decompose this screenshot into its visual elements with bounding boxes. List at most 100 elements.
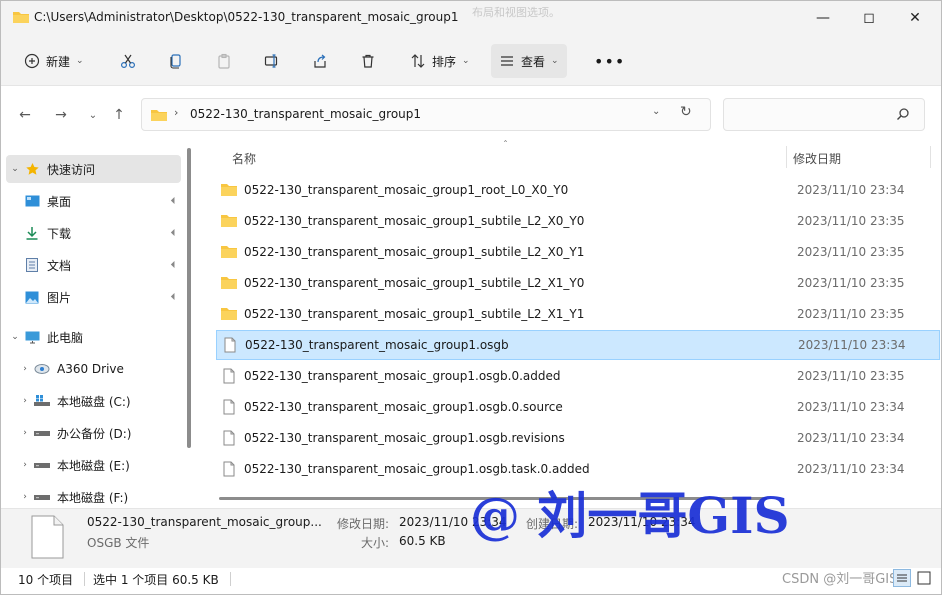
breadcrumb-separator-icon: › — [174, 106, 179, 119]
folder-icon — [151, 110, 167, 121]
details-size-value: 60.5 KB — [399, 534, 446, 548]
chevron-right-icon[interactable]: › — [16, 428, 34, 438]
file-row[interactable]: 0522-130_transparent_mosaic_group1_subti… — [216, 268, 940, 298]
computer-icon — [24, 330, 40, 344]
sidebar-item-a360-drive[interactable]: › A360 Drive — [16, 355, 181, 383]
file-row[interactable]: 0522-130_transparent_mosaic_group1.osgb.… — [216, 361, 940, 391]
copy-icon — [170, 54, 181, 69]
drive-icon — [34, 426, 50, 440]
large-icons-view-toggle[interactable] — [915, 569, 933, 587]
chevron-right-icon[interactable]: › — [16, 396, 34, 406]
paste-button[interactable] — [208, 44, 240, 78]
details-view-icon — [897, 574, 907, 582]
cut-button[interactable] — [112, 44, 144, 78]
file-row-selected[interactable]: 0522-130_transparent_mosaic_group1.osgb … — [216, 330, 940, 360]
chevron-right-icon[interactable]: › — [16, 460, 34, 470]
sidebar-item-pictures[interactable]: 图片 ⏴ — [24, 283, 181, 311]
recent-locations-button[interactable]: ⌄ — [82, 104, 104, 126]
sidebar-item-label: 文档 — [47, 258, 72, 273]
chevron-down-icon[interactable]: ⌄ — [6, 164, 24, 174]
search-input[interactable] — [723, 98, 925, 131]
sort-label: 排序 — [432, 54, 457, 69]
sidebar-item-label: 本地磁盘 (C:) — [57, 394, 131, 409]
status-selection: 选中 1 个项目 60.5 KB — [93, 573, 219, 587]
details-modified-label: 修改日期: — [337, 517, 390, 531]
maximize-button[interactable]: ◻ — [846, 0, 892, 36]
column-divider[interactable] — [930, 146, 931, 168]
arrow-left-icon: ← — [19, 107, 31, 123]
minimize-button[interactable]: — — [800, 0, 846, 36]
address-bar[interactable]: › 0522-130_transparent_mosaic_group1 ⌄ ↻ — [141, 98, 711, 131]
sort-button[interactable]: 排序 ⌄ — [402, 44, 478, 78]
pin-icon: ⏴ — [170, 227, 176, 239]
close-button[interactable]: ✕ — [892, 0, 938, 36]
sidebar-item-label: 桌面 — [47, 194, 72, 209]
sidebar-item-drive-e[interactable]: › 本地磁盘 (E:) — [16, 451, 181, 479]
layout-options-tooltip: 布局和视图选项。 — [472, 6, 560, 19]
forward-button[interactable]: → — [50, 104, 72, 126]
back-button[interactable]: ← — [14, 104, 36, 126]
file-row[interactable]: 0522-130_transparent_mosaic_group1.osgb.… — [216, 392, 940, 422]
share-button[interactable] — [304, 44, 336, 78]
search-icon — [897, 108, 909, 120]
file-name: 0522-130_transparent_mosaic_group1_subti… — [244, 276, 585, 290]
sort-icon — [411, 54, 425, 68]
download-icon — [24, 226, 40, 240]
file-row[interactable]: 0522-130_transparent_mosaic_group1_subti… — [216, 206, 940, 236]
sidebar-item-documents[interactable]: 文档 ⏴ — [24, 251, 181, 279]
file-row[interactable]: 0522-130_transparent_mosaic_group1_root_… — [216, 175, 940, 205]
sidebar-item-drive-c[interactable]: › 本地磁盘 (C:) — [16, 387, 181, 415]
rename-icon — [264, 54, 278, 68]
sidebar-item-downloads[interactable]: 下载 ⏴ — [24, 219, 181, 247]
file-name: 0522-130_transparent_mosaic_group1.osgb.… — [244, 369, 561, 383]
sidebar-item-desktop[interactable]: 桌面 ⏴ — [24, 187, 181, 215]
sidebar-item-this-pc[interactable]: ⌄ 此电脑 — [6, 323, 181, 351]
rename-button[interactable] — [256, 44, 288, 78]
delete-button[interactable] — [352, 44, 384, 78]
chevron-right-icon[interactable]: › — [16, 364, 34, 374]
status-item-count: 10 个项目 — [18, 573, 74, 587]
sidebar-item-label: 办公备份 (D:) — [57, 426, 132, 441]
sidebar-scrollbar[interactable] — [187, 148, 191, 448]
sidebar-item-drive-f[interactable]: › 本地磁盘 (F:) — [16, 483, 181, 511]
sidebar-item-label: 快速访问 — [47, 162, 96, 177]
file-icon — [223, 368, 235, 384]
refresh-icon[interactable]: ↻ — [680, 104, 692, 120]
details-view-toggle[interactable] — [893, 569, 911, 587]
file-modified: 2023/11/10 23:34 — [797, 462, 905, 476]
file-icon — [223, 399, 235, 415]
address-history-dropdown[interactable]: ⌄ — [652, 106, 660, 117]
sidebar-item-label: 此电脑 — [47, 330, 84, 345]
sidebar-item-drive-d[interactable]: › 办公备份 (D:) — [16, 419, 181, 447]
sidebar-item-quick-access[interactable]: ⌄ 快速访问 — [6, 155, 181, 183]
file-row[interactable]: 0522-130_transparent_mosaic_group1_subti… — [216, 237, 940, 267]
file-icon — [223, 430, 235, 446]
file-name: 0522-130_transparent_mosaic_group1_root_… — [244, 183, 569, 197]
view-button[interactable]: 查看 ⌄ — [491, 44, 567, 78]
copy-button[interactable] — [160, 44, 192, 78]
file-row[interactable]: 0522-130_transparent_mosaic_group1_subti… — [216, 299, 940, 329]
more-options-button[interactable]: ••• — [586, 44, 633, 78]
file-name: 0522-130_transparent_mosaic_group1_subti… — [244, 245, 585, 259]
chevron-right-icon[interactable]: › — [16, 492, 34, 502]
status-divider — [230, 572, 231, 586]
breadcrumb-current-folder[interactable]: 0522-130_transparent_mosaic_group1 — [190, 107, 421, 121]
column-header-name[interactable]: 名称 — [232, 150, 256, 167]
new-button[interactable]: 新建 ⌄ — [16, 44, 92, 78]
watermark-text: @ 刘一哥GIS — [470, 486, 790, 545]
column-header-modified[interactable]: 修改日期 — [793, 150, 841, 167]
details-file-type: OSGB 文件 — [87, 536, 150, 550]
file-name: 0522-130_transparent_mosaic_group1.osgb.… — [244, 462, 590, 476]
column-divider[interactable] — [786, 146, 787, 168]
pictures-icon — [24, 290, 40, 304]
file-icon — [223, 461, 235, 477]
cloud-drive-icon — [34, 362, 50, 376]
file-modified: 2023/11/10 23:34 — [797, 400, 905, 414]
windows-drive-icon — [34, 394, 50, 408]
up-button[interactable]: ↑ — [108, 104, 130, 126]
chevron-down-icon[interactable]: ⌄ — [6, 332, 24, 342]
chevron-down-icon: ⌄ — [462, 56, 470, 66]
chevron-down-icon: ⌄ — [76, 56, 84, 66]
window-title: C:\Users\Administrator\Desktop\0522-130_… — [34, 10, 459, 24]
file-row[interactable]: 0522-130_transparent_mosaic_group1.osgb.… — [216, 423, 940, 453]
